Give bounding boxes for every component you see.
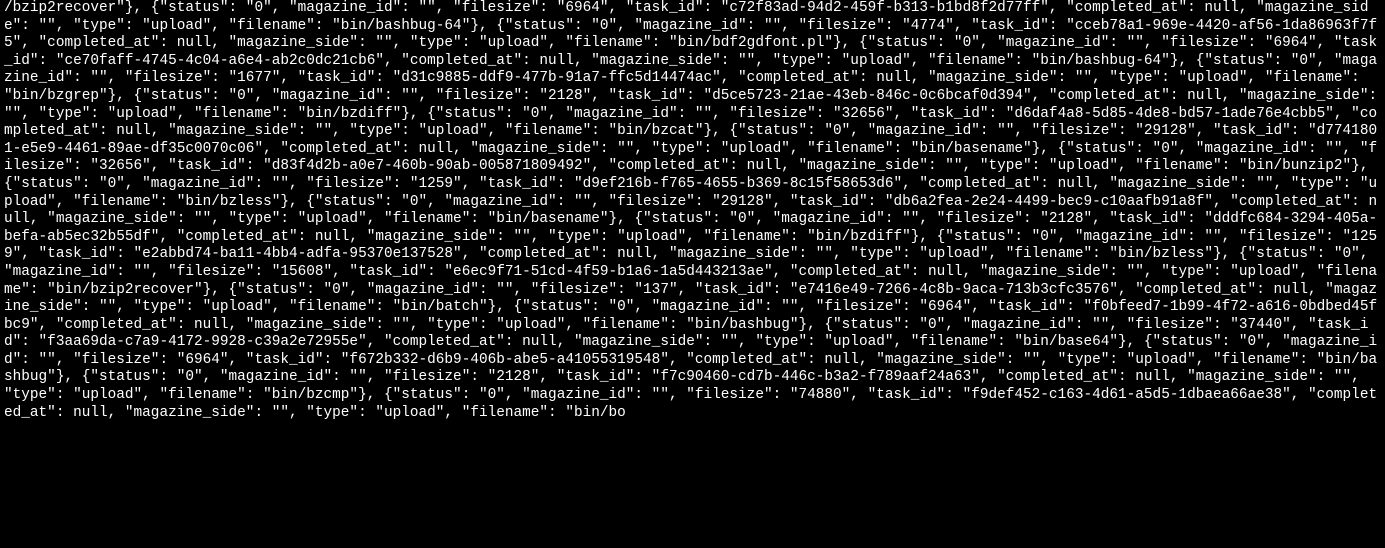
terminal-output: /bzip2recover"}, {"status": "0", "magazi… [0,0,1385,422]
